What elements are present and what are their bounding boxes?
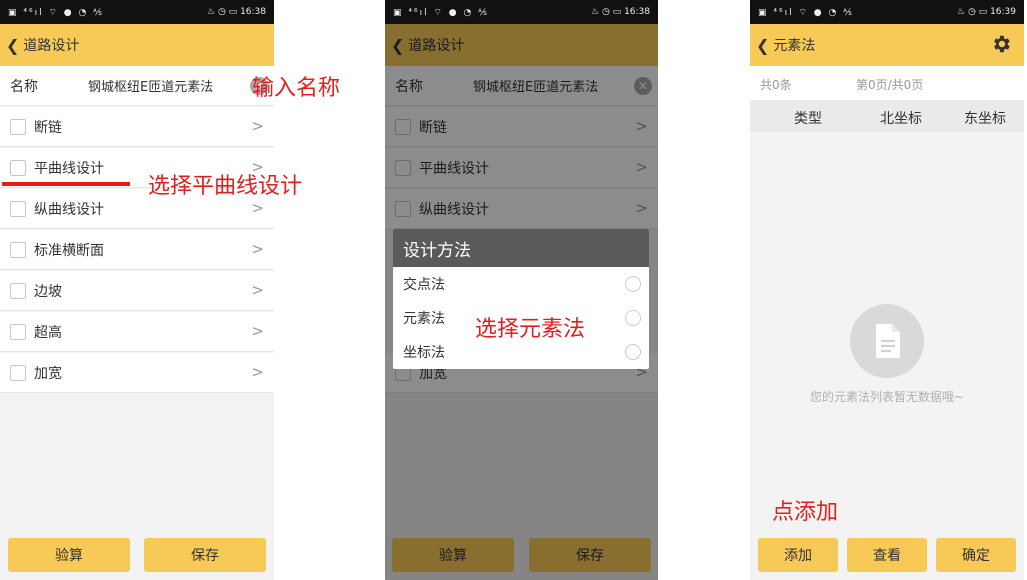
column-type: 类型	[794, 111, 822, 127]
list-item-widening[interactable]: 加宽 >	[0, 353, 274, 393]
checkbox[interactable]	[10, 241, 26, 258]
option-intersection-method[interactable]: 交点法	[393, 267, 649, 301]
checkbox[interactable]	[10, 323, 26, 340]
app-bar: ❮ 道路设计	[0, 24, 274, 66]
option-label: 交点法	[403, 277, 445, 293]
page-title: 道路设计	[23, 38, 80, 54]
check-button[interactable]: 验算	[8, 538, 130, 572]
radio-button[interactable]	[625, 310, 641, 326]
checkbox[interactable]	[10, 159, 26, 176]
list-item-label: 纵曲线设计	[34, 201, 104, 218]
status-icons-left: ▣ ⁴⁶ıl ⌔ ● ◔ ⅍	[393, 7, 489, 18]
screen-road-design: ▣ ⁴⁶ıl ⌔ ● ◔ ⅍ ♨ ◷ ▭ 16:38 ❮ 道路设计 名称 钢城枢…	[0, 0, 274, 580]
screen-element-method: ▣ ⁴⁶ıl ⌔ ● ◔ ⅍ ♨ ◷ ▭ 16:39 ❮ 元素法 共0条 第0页…	[750, 0, 1024, 580]
table-header: 类型 北坐标 东坐标	[750, 100, 1024, 132]
list-item-label: 断链	[34, 119, 62, 136]
screen-road-design-dialog: ▣ ⁴⁶ıl ⌔ ● ◔ ⅍ ♨ ◷ ▭ 16:38 ❮ 道路设计 名称 钢城枢…	[385, 0, 658, 580]
annotation-click-add: 点添加	[772, 500, 839, 525]
list-item-break-chain[interactable]: 断链 >	[0, 107, 274, 147]
chevron-right-icon: >	[251, 363, 264, 381]
status-time: 16:38	[624, 7, 650, 17]
option-label: 坐标法	[403, 345, 445, 361]
empty-document-icon	[850, 304, 924, 378]
page-title: 元素法	[773, 38, 816, 54]
pagination-bar: 共0条 第0页/共0页	[750, 66, 1024, 100]
checkbox[interactable]	[10, 282, 26, 299]
save-button[interactable]: 保存	[144, 538, 266, 572]
column-east: 东坐标	[964, 111, 1006, 127]
chevron-right-icon: >	[251, 322, 264, 340]
list-item-label: 边坡	[34, 283, 62, 300]
app-bar: ❮ 元素法	[750, 24, 1024, 66]
checkbox[interactable]	[10, 118, 26, 135]
chevron-right-icon: >	[251, 117, 264, 135]
status-icons-left: ▣ ⁴⁶ıl ⌔ ● ◔ ⅍	[758, 7, 854, 18]
design-method-dialog: 设计方法 交点法 元素法 坐标法	[393, 229, 649, 369]
empty-message: 您的元素法列表暂无数据哦~	[809, 390, 965, 404]
list-item-superelevation[interactable]: 超高 >	[0, 312, 274, 352]
list-item-cross-section[interactable]: 标准横断面 >	[0, 230, 274, 270]
bottom-bar: 添加 查看 确定	[750, 532, 1024, 580]
bottom-bar: 验算 保存	[0, 532, 274, 580]
chevron-right-icon: >	[251, 199, 264, 217]
status-bar: ▣ ⁴⁶ıl ⌔ ● ◔ ⅍ ♨ ◷ ▭ 16:39	[750, 0, 1024, 24]
status-icons-right: ♨ ◷ ▭	[957, 7, 988, 17]
option-label: 元素法	[403, 311, 445, 327]
list-item-label: 超高	[34, 324, 62, 341]
gear-icon[interactable]	[990, 33, 1012, 55]
annotation-underline	[2, 182, 130, 186]
page-indicator: 第0页/共0页	[856, 78, 924, 92]
status-time: 16:38	[240, 7, 266, 17]
status-time: 16:39	[990, 7, 1016, 17]
name-field-row: 名称 钢城枢纽E匝道元素法 ✕	[0, 66, 274, 106]
back-icon[interactable]: ❮	[756, 36, 769, 55]
status-icons-right: ♨ ◷ ▭	[591, 7, 622, 17]
dialog-title: 设计方法	[393, 229, 649, 267]
column-north: 北坐标	[880, 111, 922, 127]
radio-button[interactable]	[625, 276, 641, 292]
annotation-input-name: 输入名称	[252, 76, 341, 101]
list-item-label: 标准横断面	[34, 242, 104, 259]
back-icon[interactable]: ❮	[6, 36, 19, 55]
checkbox[interactable]	[10, 200, 26, 217]
list-item-slope[interactable]: 边坡 >	[0, 271, 274, 311]
view-button[interactable]: 查看	[847, 538, 927, 572]
chevron-right-icon: >	[251, 240, 264, 258]
chevron-right-icon: >	[251, 281, 264, 299]
annotation-select-element: 选择元素法	[475, 317, 586, 342]
name-input[interactable]: 钢城枢纽E匝道元素法	[88, 76, 213, 95]
status-icons-left: ▣ ⁴⁶ıl ⌔ ● ◔ ⅍	[8, 7, 104, 18]
list-item-label: 加宽	[34, 365, 62, 382]
checkbox[interactable]	[10, 364, 26, 381]
status-bar: ▣ ⁴⁶ıl ⌔ ● ◔ ⅍ ♨ ◷ ▭ 16:38	[0, 0, 274, 24]
annotation-select-curve: 选择平曲线设计	[148, 174, 303, 199]
add-button[interactable]: 添加	[758, 538, 838, 572]
total-count: 共0条	[760, 78, 792, 92]
name-label: 名称	[10, 78, 38, 95]
list-item-label: 平曲线设计	[34, 160, 104, 177]
status-icons-right: ♨ ◷ ▭	[207, 7, 238, 17]
radio-button[interactable]	[625, 344, 641, 360]
status-bar: ▣ ⁴⁶ıl ⌔ ● ◔ ⅍ ♨ ◷ ▭ 16:38	[385, 0, 658, 24]
confirm-button[interactable]: 确定	[936, 538, 1016, 572]
